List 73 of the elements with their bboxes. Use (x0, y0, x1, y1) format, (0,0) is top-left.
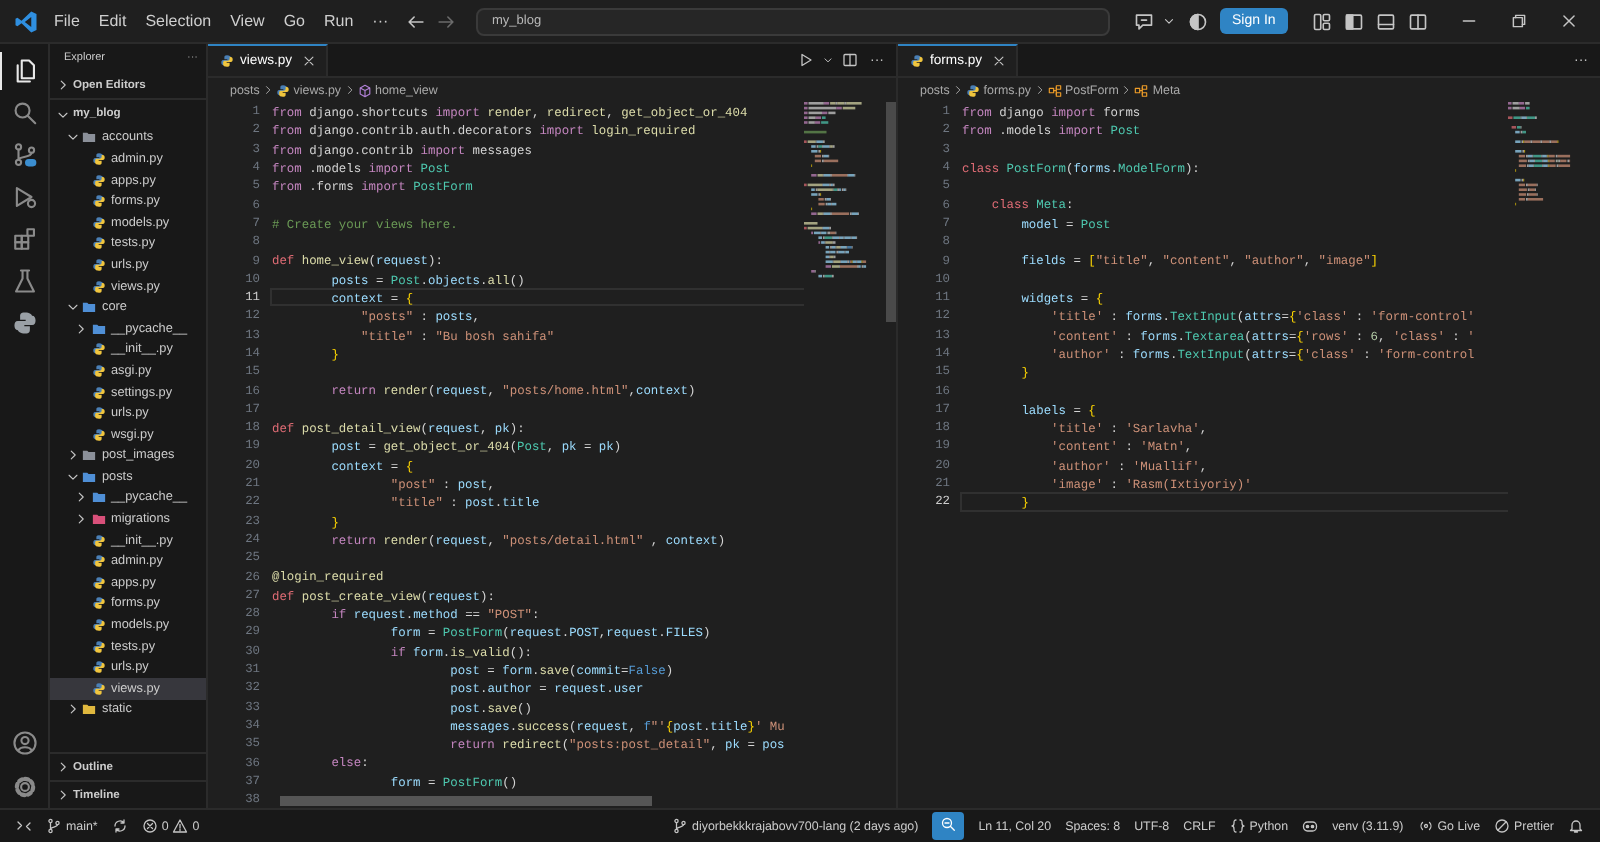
class-icon (1047, 83, 1062, 97)
panel-toggle-icon[interactable] (1375, 11, 1396, 31)
commit-icon (672, 818, 689, 834)
close-icon[interactable] (1559, 12, 1578, 30)
bell-icon[interactable] (1568, 818, 1584, 834)
menu-item[interactable]: File (54, 12, 80, 30)
menu-item[interactable]: Edit (98, 12, 127, 30)
settings-icon[interactable] (11, 774, 37, 800)
python-file-icon (91, 427, 105, 442)
half-circle-icon[interactable] (1188, 11, 1208, 31)
sidebar-toggle-icon[interactable] (1343, 11, 1364, 31)
python-file-icon (91, 385, 105, 400)
python-file-icon (91, 681, 105, 696)
copilot-icon[interactable] (1302, 818, 1319, 834)
account-icon[interactable] (11, 730, 37, 756)
python-file-icon (91, 257, 105, 272)
python-file-icon (275, 83, 290, 97)
python-file-icon (91, 596, 105, 611)
python-file-icon (91, 406, 105, 421)
menu-item[interactable]: Run (323, 12, 354, 30)
menu-item[interactable]: ··· (372, 12, 389, 30)
zoom-icon (940, 816, 957, 832)
python-file-icon (91, 194, 105, 209)
scrollbar-thumb[interactable] (280, 796, 652, 806)
menu-item[interactable]: Go (283, 12, 305, 30)
restore-icon[interactable] (1509, 12, 1528, 30)
python-file-icon (91, 279, 105, 294)
split-layout-icon[interactable] (1407, 11, 1428, 31)
python-file-icon (965, 83, 980, 97)
chevron-icon (1033, 84, 1046, 96)
python-file-icon (91, 173, 105, 188)
run-icon[interactable] (798, 52, 814, 68)
python-file-icon (91, 639, 105, 654)
back-arrow-icon[interactable] (405, 11, 425, 31)
sync-icon[interactable] (111, 818, 128, 834)
menu-item[interactable]: Selection (145, 12, 212, 30)
class-icon (1134, 83, 1149, 97)
branch-icon (46, 818, 62, 834)
chevron-icon (261, 84, 274, 96)
chevron-icon (1120, 84, 1133, 96)
python-file-icon (91, 151, 105, 166)
broadcast-icon (1417, 818, 1434, 834)
error-icon (141, 818, 158, 834)
layout-icon[interactable] (1311, 11, 1332, 31)
close-icon[interactable] (992, 54, 1007, 68)
menu-item[interactable]: View (230, 12, 265, 30)
scrollbar-thumb[interactable] (886, 102, 896, 322)
forward-arrow-icon[interactable] (435, 11, 455, 31)
caret-icon[interactable] (1162, 14, 1176, 28)
split-editor-icon[interactable] (842, 52, 858, 68)
python-file-icon (910, 54, 924, 68)
slashed-circle-icon (1494, 818, 1511, 834)
python-file-icon (91, 215, 105, 230)
remote-icon[interactable] (16, 818, 32, 834)
app-logo (14, 9, 38, 33)
python-file-icon (91, 533, 105, 548)
python-file-icon (91, 618, 105, 633)
warning-icon (172, 818, 189, 834)
close-icon[interactable] (302, 54, 317, 68)
python-file-icon (220, 54, 234, 68)
python-file-icon (91, 660, 105, 675)
chevron-icon (343, 84, 356, 96)
python-file-icon (91, 342, 105, 357)
chat-icon[interactable] (1134, 11, 1154, 31)
python-file-icon (91, 575, 105, 590)
cube-icon (357, 83, 372, 97)
python-file-icon (91, 554, 105, 569)
zoom-button[interactable] (932, 812, 965, 840)
chevron-icon (951, 84, 964, 96)
braces-icon (1229, 818, 1246, 834)
python-file-icon (91, 363, 105, 378)
python-file-icon (91, 236, 105, 251)
caret-icon[interactable] (822, 54, 834, 66)
